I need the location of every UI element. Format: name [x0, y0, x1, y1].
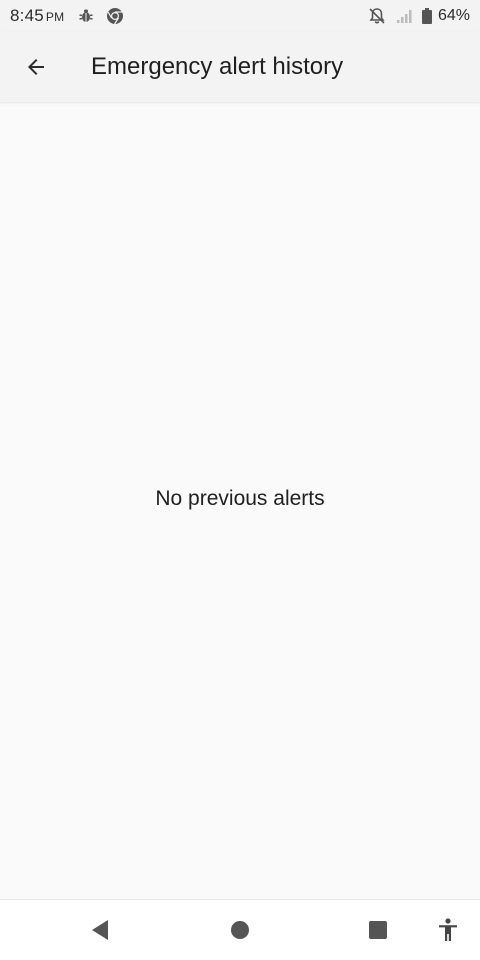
chrome-icon	[106, 7, 124, 25]
status-left: 8:45 PM	[10, 6, 124, 26]
bug-icon	[78, 8, 94, 24]
clock-time: 8:45	[10, 6, 44, 25]
alert-history-content: No previous alerts	[0, 102, 480, 899]
recents-square-icon	[368, 920, 388, 940]
navigation-bar	[0, 899, 480, 960]
screen: 8:45 PM 64% Emergency alert history No p…	[0, 0, 480, 960]
clock: 8:45 PM	[10, 6, 64, 26]
nav-back-button[interactable]	[70, 900, 130, 960]
battery-percent: 64%	[437, 7, 470, 24]
back-triangle-icon	[90, 919, 110, 941]
clock-ampm: PM	[45, 10, 65, 24]
status-right: 64%	[356, 7, 470, 25]
nav-home-button[interactable]	[210, 900, 270, 960]
status-bar: 8:45 PM 64%	[0, 0, 480, 32]
nav-recents-button[interactable]	[348, 900, 408, 960]
accessibility-icon	[437, 918, 459, 942]
app-bar: Emergency alert history	[0, 32, 480, 102]
back-button[interactable]	[8, 39, 64, 95]
page-title: Emergency alert history	[91, 53, 344, 80]
arrow-back-icon	[24, 55, 48, 79]
signal-icon	[396, 8, 414, 24]
empty-state-message: No previous alerts	[155, 486, 325, 510]
notifications-off-icon	[368, 7, 386, 25]
battery-icon	[421, 8, 432, 24]
home-circle-icon	[230, 920, 250, 940]
nav-accessibility-button[interactable]	[418, 900, 478, 960]
